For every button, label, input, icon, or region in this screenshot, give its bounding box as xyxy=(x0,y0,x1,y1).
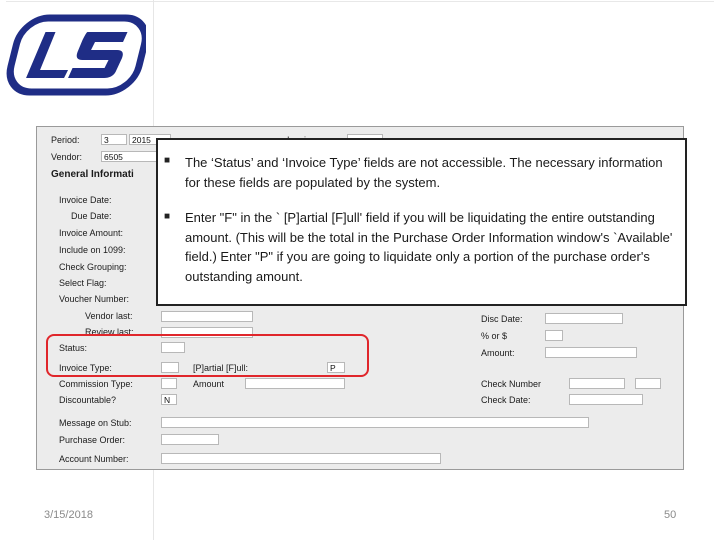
amount-label: Amount xyxy=(193,379,225,389)
select-flag-label: Select Flag: xyxy=(59,278,107,288)
vendor-last-field[interactable] xyxy=(161,311,253,322)
account-number-field[interactable] xyxy=(161,453,441,464)
top-rule xyxy=(6,1,714,2)
discountable-label: Discountable? xyxy=(59,395,117,405)
vendor-label: Vendor: xyxy=(51,152,83,162)
discountable-field[interactable]: N xyxy=(161,394,177,405)
commission-type-field[interactable] xyxy=(161,378,177,389)
amount-right-field[interactable] xyxy=(545,347,637,358)
check-date-label: Check Date: xyxy=(481,395,531,405)
check-number-suffix-field[interactable] xyxy=(635,378,661,389)
bullet-icon: ■ xyxy=(164,211,171,222)
invoice-date-label: Invoice Date: xyxy=(59,195,112,205)
account-number-label: Account Number: xyxy=(59,454,129,464)
message-stub-label: Message on Stub: xyxy=(59,418,132,428)
commission-type-label: Commission Type: xyxy=(59,379,133,389)
bullet-icon: ■ xyxy=(164,155,171,166)
page-number: 50 xyxy=(664,509,677,521)
amount-field[interactable] xyxy=(245,378,345,389)
footer-date: 3/15/2018 xyxy=(44,509,93,521)
lsb-logo xyxy=(6,14,146,96)
due-date-label: Due Date: xyxy=(71,211,112,221)
vendor-last-label: Vendor last: xyxy=(85,311,133,321)
pct-or-s-label: % or $ xyxy=(481,331,508,341)
pct-or-s-field[interactable] xyxy=(545,330,563,341)
general-info-heading: General Informati xyxy=(51,169,134,180)
callout-bullet-2: Enter "F" in the ` [P]artial [F]ull' fie… xyxy=(185,210,673,284)
include-1099-label: Include on 1099: xyxy=(59,245,126,255)
purchase-order-field[interactable] xyxy=(161,434,219,445)
highlight-box xyxy=(46,334,369,377)
message-stub-field[interactable] xyxy=(161,417,589,428)
voucher-number-label: Voucher Number: xyxy=(59,294,130,304)
instruction-callout: ■ The ‘Status’ and ‘Invoice Type’ fields… xyxy=(156,138,687,306)
invoice-amount-label: Invoice Amount: xyxy=(59,228,124,238)
period-field[interactable]: 3 xyxy=(101,134,127,145)
callout-bullet-1: The ‘Status’ and ‘Invoice Type’ fields a… xyxy=(185,155,663,190)
check-number-field[interactable] xyxy=(569,378,625,389)
amount-right-label: Amount: xyxy=(481,348,515,358)
check-grouping-label: Check Grouping: xyxy=(59,262,127,272)
check-date-field[interactable] xyxy=(569,394,643,405)
period-label: Period: xyxy=(51,135,80,145)
vendor-field[interactable]: 6505 xyxy=(101,151,159,162)
disc-date-label: Disc Date: xyxy=(481,314,523,324)
check-number-label: Check Number xyxy=(481,379,542,389)
disc-date-field[interactable] xyxy=(545,313,623,324)
purchase-order-label: Purchase Order: xyxy=(59,435,126,445)
